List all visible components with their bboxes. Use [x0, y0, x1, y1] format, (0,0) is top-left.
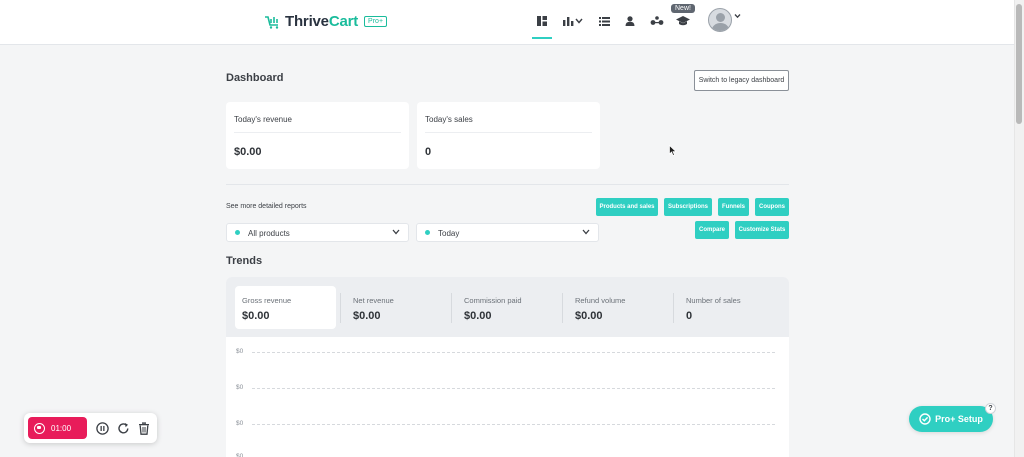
- pro-setup-label: Pro+ Setup: [935, 414, 983, 424]
- dashboard-icon: [537, 16, 547, 26]
- nav-learn[interactable]: [676, 14, 690, 28]
- tab-separator: [673, 293, 674, 323]
- stat-card-sales: Today's sales 0: [417, 102, 600, 169]
- trends-panel: Gross revenue $0.00 Net revenue $0.00 Co…: [226, 277, 789, 457]
- pro-plus-badge: Pro+: [364, 16, 388, 27]
- trend-tab-refund-volume[interactable]: Refund volume $0.00: [568, 286, 669, 329]
- compare-button[interactable]: Compare: [695, 221, 729, 239]
- y-axis-label: $0: [236, 348, 244, 355]
- trend-value: $0.00: [464, 310, 492, 322]
- products-select[interactable]: All products: [226, 223, 409, 242]
- trend-tab-net-revenue[interactable]: Net revenue $0.00: [346, 286, 447, 329]
- grid-line: [252, 352, 775, 353]
- tab-separator: [340, 293, 341, 323]
- stat-value: 0: [425, 146, 432, 158]
- y-axis-label: $0: [236, 453, 244, 457]
- bar-chart-icon: [563, 16, 574, 26]
- tab-separator: [451, 293, 452, 323]
- trend-value: $0.00: [242, 310, 270, 322]
- grid-line: [252, 424, 775, 425]
- trend-label: Commission paid: [464, 296, 522, 305]
- period-select-value: Today: [438, 229, 460, 238]
- cart-logo-icon: [265, 15, 279, 29]
- thrivecart-logo[interactable]: ThriveCart Pro+: [264, 13, 388, 30]
- stop-icon: [34, 422, 45, 434]
- chevron-down-icon: [582, 229, 590, 235]
- avatar-chevron-down-icon[interactable]: [734, 13, 741, 19]
- pro-setup-help-badge[interactable]: ?: [985, 403, 996, 414]
- restart-button[interactable]: [116, 421, 130, 435]
- brand-name-part2: Cart: [328, 13, 359, 30]
- stat-label: Today's revenue: [234, 115, 293, 124]
- chevron-down-icon: [392, 229, 400, 235]
- subscriptions-button[interactable]: Subscriptions: [664, 198, 712, 216]
- list-icon: [599, 16, 610, 26]
- tab-separator: [562, 293, 563, 323]
- trend-label: Refund volume: [575, 296, 626, 305]
- nav-reports[interactable]: [563, 14, 583, 28]
- trend-value: $0.00: [353, 310, 381, 322]
- y-axis-label: $0: [236, 384, 244, 391]
- status-dot: [235, 230, 240, 235]
- pause-button[interactable]: [95, 421, 109, 435]
- scrollbar-thumb[interactable]: [1016, 4, 1022, 124]
- new-badge: New!: [671, 4, 695, 13]
- pro-setup-button[interactable]: Pro+ Setup: [909, 406, 993, 432]
- switch-legacy-button[interactable]: Switch to legacy dashboard: [694, 70, 789, 91]
- user-icon: [625, 16, 635, 26]
- nav-dashboard[interactable]: [537, 14, 547, 28]
- coupons-button[interactable]: Coupons: [755, 198, 789, 216]
- brand-name: ThriveCart: [285, 13, 358, 30]
- graduation-cap-icon: [676, 16, 690, 26]
- trend-label: Net revenue: [353, 296, 394, 305]
- trend-tab-number-of-sales[interactable]: Number of sales 0: [679, 286, 780, 329]
- trend-label: Number of sales: [686, 296, 741, 305]
- grid-line: [252, 388, 775, 389]
- top-navbar: ThriveCart Pro+ New!: [0, 0, 1014, 45]
- stat-value: $0.00: [234, 146, 262, 158]
- y-axis-label: $0: [236, 420, 244, 427]
- user-avatar[interactable]: [708, 8, 732, 32]
- trend-value: 0: [686, 310, 693, 322]
- network-icon: [650, 16, 664, 25]
- dashboard-title: Dashboard: [226, 72, 284, 84]
- nav-active-indicator: [532, 37, 552, 39]
- reports-label: See more detailed reports: [226, 203, 307, 210]
- trend-value: $0.00: [575, 310, 603, 322]
- status-dot: [425, 230, 430, 235]
- trash-icon: [139, 421, 149, 435]
- stat-label: Today's sales: [425, 115, 473, 124]
- stat-divider: [234, 132, 401, 133]
- nav-list[interactable]: [599, 14, 610, 28]
- trends-title: Trends: [226, 255, 263, 267]
- brand-name-part1: Thrive: [285, 13, 329, 30]
- trend-tab-gross-revenue[interactable]: Gross revenue $0.00: [235, 286, 336, 329]
- delete-recording-button[interactable]: [137, 421, 151, 435]
- stat-card-revenue: Today's revenue $0.00: [226, 102, 409, 169]
- trend-label: Gross revenue: [242, 296, 292, 305]
- mouse-cursor-icon: [669, 145, 677, 156]
- trend-tab-commission-paid[interactable]: Commission paid $0.00: [457, 286, 558, 329]
- stop-recording-button[interactable]: 01:00: [28, 417, 87, 439]
- screen-recorder-widget: 01:00: [24, 413, 157, 443]
- pause-icon: [95, 421, 109, 435]
- section-divider: [226, 184, 789, 185]
- stat-divider: [425, 132, 592, 133]
- period-select[interactable]: Today: [416, 223, 599, 242]
- funnels-button[interactable]: Funnels: [718, 198, 749, 216]
- products-select-value: All products: [248, 229, 290, 238]
- trends-tabs: Gross revenue $0.00 Net revenue $0.00 Co…: [226, 277, 789, 337]
- customize-stats-button[interactable]: Customize Stats: [735, 221, 789, 239]
- nav-customers[interactable]: [625, 14, 635, 28]
- check-circle-icon: [919, 413, 931, 425]
- nav-affiliates[interactable]: [650, 14, 664, 28]
- recording-time: 01:00: [51, 423, 72, 433]
- restart-icon: [117, 422, 128, 433]
- products-and-sales-button[interactable]: Products and sales: [596, 198, 658, 216]
- chevron-down-icon: [575, 18, 583, 24]
